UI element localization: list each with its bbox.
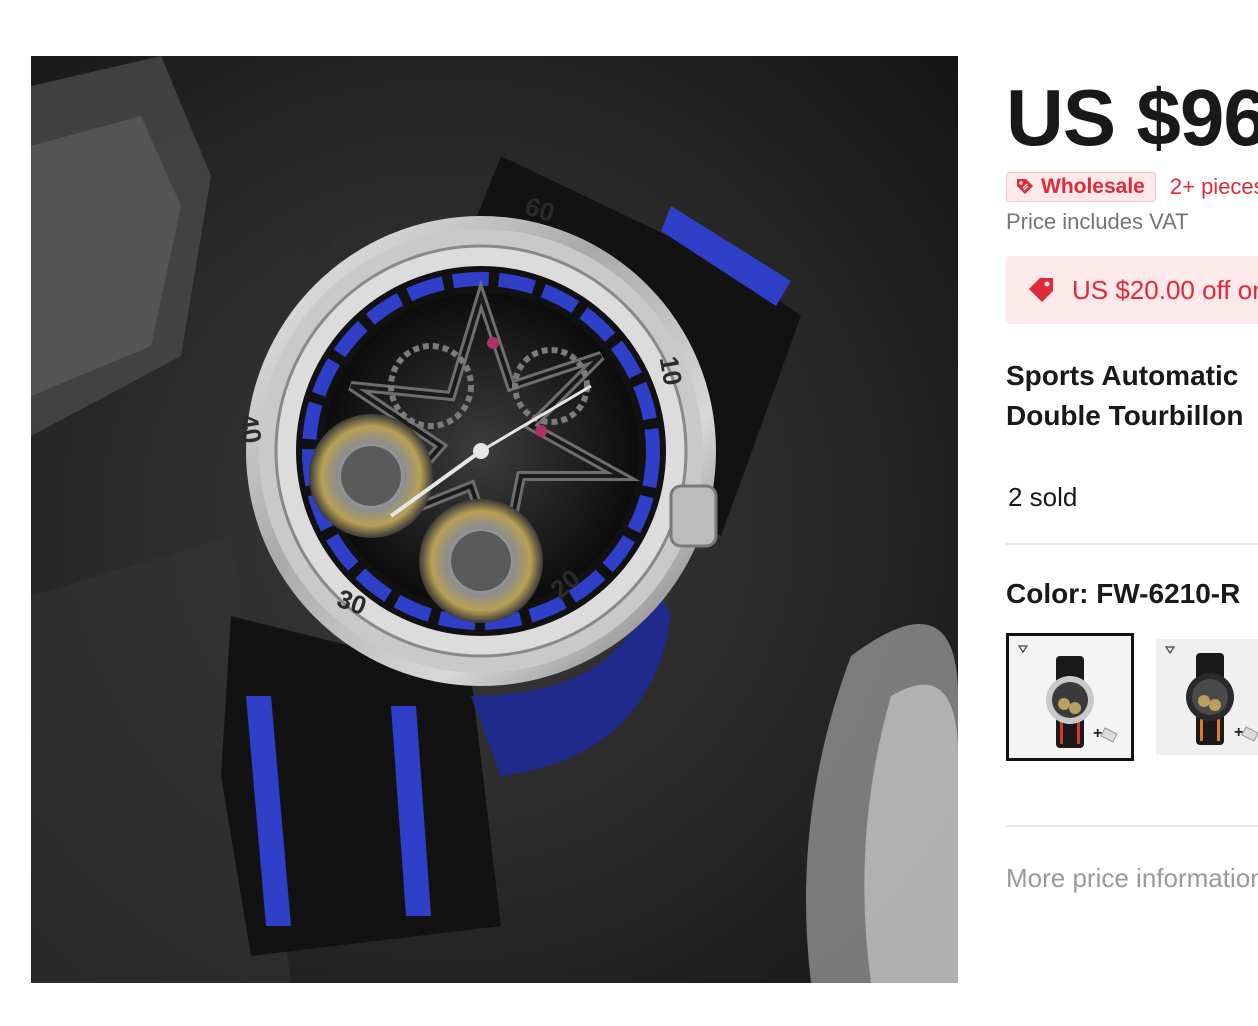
color-option-black-orange[interactable]: + [1156, 639, 1258, 755]
svg-text:+: + [1234, 724, 1243, 741]
watch-photo: 60 10 20 30 40 50 [31, 56, 958, 983]
divider [1006, 543, 1258, 545]
watch-thumbnail-image: + [1156, 639, 1258, 755]
color-option-silver-black[interactable]: + [1006, 633, 1134, 761]
tag-icon [1015, 177, 1035, 197]
product-price: US $96 [1006, 73, 1258, 162]
color-label: Color: FW-6210-R [1006, 578, 1241, 609]
sold-count: 2 sold [1008, 482, 1078, 512]
product-info-panel: US $96 Wholesale 2+ pieces Price include… [1006, 0, 1258, 1026]
product-main-image[interactable]: 60 10 20 30 40 50 [31, 56, 958, 983]
wholesale-row: Wholesale 2+ pieces [1006, 172, 1258, 202]
wholesale-badge-label: Wholesale [1041, 175, 1145, 198]
coupon-tag-icon [1026, 275, 1056, 305]
product-page: 60 10 20 30 40 50 US $96 Wholesale 2+ pi… [0, 0, 1258, 1026]
svg-text:+: + [1093, 725, 1102, 742]
vat-note: Price includes VAT [1006, 209, 1189, 234]
bezel-number-10: 10 [654, 354, 689, 388]
coupon-text: US $20.00 off on [1072, 274, 1258, 305]
product-title-line: Sports Automatic [1006, 360, 1239, 391]
wholesale-badge: Wholesale [1006, 172, 1156, 202]
wholesale-text: 2+ pieces [1169, 174, 1258, 199]
product-title-line: Double Tourbillon [1006, 400, 1244, 431]
bezel-number-40: 40 [233, 412, 268, 446]
coupon-banner[interactable]: US $20.00 off on [1006, 256, 1258, 324]
more-price-info-link[interactable]: More price information [1006, 863, 1258, 894]
product-title: Sports Automatic Double Tourbillon [1006, 356, 1258, 436]
divider [1006, 825, 1258, 827]
watch-thumbnail-image: + [1009, 636, 1131, 758]
